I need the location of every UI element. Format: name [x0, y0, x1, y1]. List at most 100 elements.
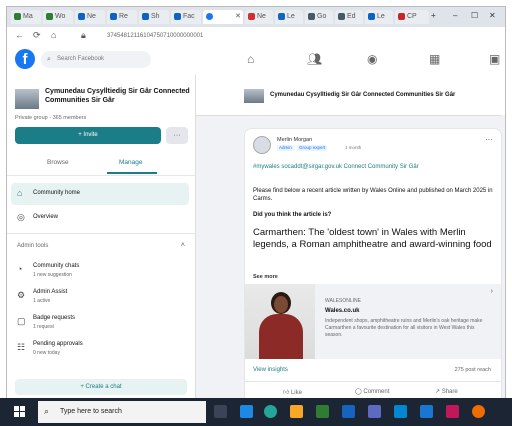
browser-tab[interactable]: Re: [107, 10, 137, 24]
new-tab-icon[interactable]: +: [431, 11, 436, 20]
maximize-icon[interactable]: ☐: [471, 11, 478, 20]
browser-tab[interactable]: Sh: [139, 10, 169, 24]
facebook-top-bar: f ⌕ Search Facebook ⌂ 👥︎ ◉ ▦ ▣: [7, 45, 505, 76]
gaming-nav-icon[interactable]: ▣: [489, 52, 500, 66]
friends-nav-icon[interactable]: 👥︎: [307, 52, 322, 66]
search-placeholder: Search Facebook: [57, 56, 105, 62]
browser-tab[interactable]: Ne: [75, 10, 105, 24]
sidebar-item-overview[interactable]: ◎ Overview: [11, 207, 189, 229]
post-headline: Carmarthen: The 'oldest town' in Wales w…: [253, 227, 492, 250]
home-icon[interactable]: ⌂: [51, 30, 56, 40]
tab-label: Ed: [347, 13, 356, 20]
browser-tab[interactable]: Ed: [335, 10, 363, 24]
group-header-bar: Cymunedau Cysylltiedig Sir Gâr Connected…: [196, 75, 505, 116]
chat-icon: ◔: [17, 264, 23, 274]
preview-description: Independent shops, amphitheatre ruins an…: [325, 318, 483, 338]
like-button[interactable]: 👍︎ Like: [283, 388, 302, 396]
see-more-link[interactable]: See more: [253, 274, 278, 280]
sidebar-item-community-chats[interactable]: ◔ Community chats 1 new suggestion: [11, 261, 189, 285]
tab-label: Le: [287, 13, 295, 20]
browser-tab[interactable]: Fac: [171, 10, 201, 24]
tab-manage[interactable]: Manage: [119, 159, 143, 166]
avatar[interactable]: [253, 136, 271, 154]
tab-label: Go: [317, 13, 327, 20]
lock-icon: 🔒︎: [81, 30, 86, 40]
edge-icon[interactable]: [240, 405, 253, 418]
tab-label: Ma: [23, 13, 33, 20]
browser-tab[interactable]: Wo: [43, 10, 73, 24]
tool-subtitle: 1 new suggestion: [33, 272, 72, 278]
tab-label: Ne: [257, 13, 266, 20]
tab-label: Sh: [151, 13, 160, 20]
chevron-up-icon[interactable]: ˄: [181, 242, 185, 249]
sidebar-item-admin-assist[interactable]: ⚙ Admin Assist 1 active: [11, 287, 189, 311]
link-preview[interactable]: › WALESONLINE Wales.co.uk Independent sh…: [245, 284, 501, 359]
post-time[interactable]: 1 month: [345, 145, 361, 150]
post-reach[interactable]: 275 post reach: [455, 367, 491, 373]
invite-button[interactable]: + Invite: [15, 127, 161, 144]
create-chat-button[interactable]: + Create a chat: [15, 379, 187, 395]
group-header-thumbnail: [244, 89, 264, 103]
outlook-icon[interactable]: [394, 405, 407, 418]
browser-tab[interactable]: Ma: [11, 10, 41, 24]
share-label: Share: [441, 389, 458, 395]
app-icon[interactable]: [420, 405, 433, 418]
tool-subtitle: 1 request: [33, 324, 54, 330]
preview-person-face: [274, 296, 288, 313]
view-insights-link[interactable]: View insights: [253, 367, 288, 373]
divider: [245, 381, 501, 382]
home-nav-icon[interactable]: ⌂: [247, 52, 254, 66]
group-header-title[interactable]: Cymunedau Cysylltiedig Sir Gâr Connected…: [270, 92, 455, 98]
search-icon: ⌕: [44, 406, 50, 416]
teams-icon[interactable]: [368, 405, 381, 418]
post-question: Did you think the article is?: [253, 212, 332, 218]
comment-label: Comment: [363, 389, 390, 395]
taskbar-search-input[interactable]: ⌕ Type here to search: [38, 401, 206, 423]
browser-tab[interactable]: Ne: [245, 10, 273, 24]
minimize-icon[interactable]: –: [453, 11, 457, 20]
browser-app-icon[interactable]: [264, 405, 277, 418]
tab-browse[interactable]: Browse: [47, 159, 69, 166]
groups-nav-icon[interactable]: ◉: [367, 52, 377, 66]
share-button[interactable]: ↗ Share: [435, 388, 458, 395]
firefox-icon[interactable]: [472, 405, 485, 418]
window-close-icon[interactable]: ✕: [489, 11, 496, 20]
excel-icon[interactable]: [316, 405, 329, 418]
divider: [7, 233, 195, 234]
post-author[interactable]: Merlin Morgan: [277, 137, 312, 143]
windows-start-icon[interactable]: [14, 406, 26, 418]
browser-tab[interactable]: CP: [395, 10, 429, 24]
sidebar-item-badge-requests[interactable]: ▢ Badge requests 1 request: [11, 313, 189, 337]
group-sidebar: Cymunedau Cysylltiedig Sir Gâr Connected…: [7, 75, 196, 399]
word-icon[interactable]: [342, 405, 355, 418]
file-explorer-icon[interactable]: [290, 405, 303, 418]
sidebar-item-community-home[interactable]: ⌂ Community home: [11, 183, 189, 205]
comment-button[interactable]: ◯ Comment: [355, 388, 389, 395]
post-hashtags[interactable]: #mywales socaddt@sirgar.gov.uk Connect C…: [253, 163, 493, 171]
browser-tab[interactable]: Le: [365, 10, 393, 24]
marketplace-nav-icon[interactable]: ▦: [429, 52, 440, 66]
group-name[interactable]: Cymunedau Cysylltiedig Sir Gâr Connected…: [45, 87, 190, 105]
tab-label: Fac: [183, 13, 195, 20]
preview-person-body: [259, 314, 303, 359]
url-field[interactable]: 37454812116104750710000000001: [99, 30, 499, 42]
chevron-right-icon[interactable]: ›: [491, 288, 493, 295]
browser-tab[interactable]: Le: [275, 10, 303, 24]
task-view-icon[interactable]: [214, 405, 227, 418]
more-options-button[interactable]: ···: [166, 127, 188, 144]
group-cover-thumbnail[interactable]: [15, 89, 39, 109]
browser-tab-active[interactable]: ✕: [203, 10, 243, 24]
refresh-icon[interactable]: ⟳: [33, 30, 41, 41]
facebook-logo[interactable]: f: [15, 49, 35, 69]
browser-tab[interactable]: Go: [305, 10, 333, 24]
app-icon[interactable]: [446, 405, 459, 418]
facebook-search-input[interactable]: ⌕ Search Facebook: [41, 51, 151, 68]
close-icon[interactable]: ✕: [235, 10, 241, 24]
back-icon[interactable]: ←: [15, 30, 24, 40]
preview-title: Wales.co.uk: [325, 308, 360, 314]
post-options-icon[interactable]: ···: [485, 135, 493, 144]
divider: [7, 175, 195, 176]
sidebar-item-pending-approvals[interactable]: ☷ Pending approvals 0 new today: [11, 339, 189, 363]
scrollbar[interactable]: [501, 115, 505, 399]
preview-image: [245, 284, 315, 359]
